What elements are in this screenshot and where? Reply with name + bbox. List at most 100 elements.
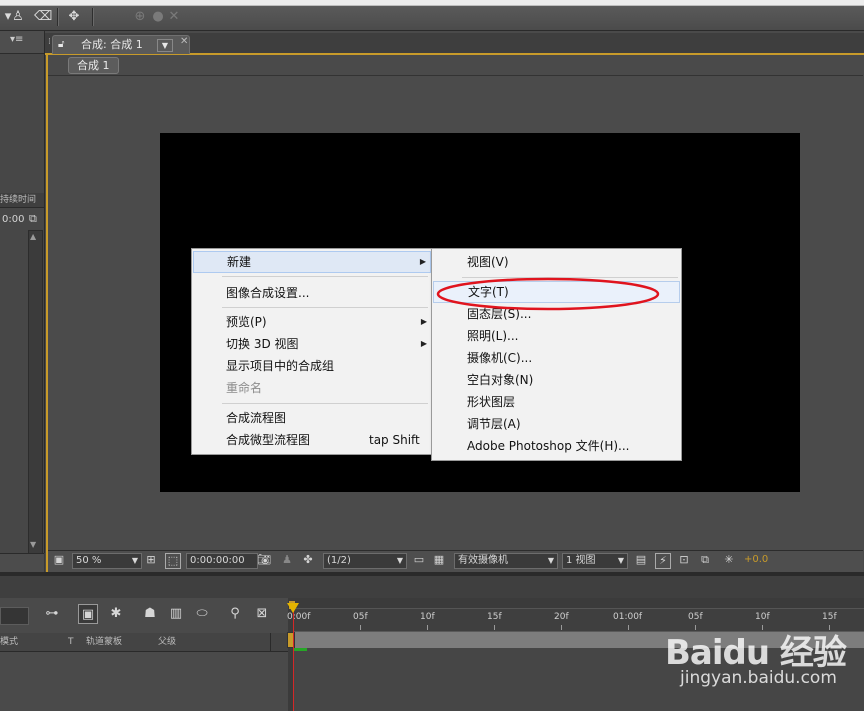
scroll-down-icon[interactable]: ▼ xyxy=(30,540,36,549)
transparency-grid-icon[interactable]: ▦ xyxy=(432,553,446,567)
view-layout-value: 1 视图 xyxy=(566,555,596,566)
axis-view-icon[interactable]: ✕ xyxy=(166,9,182,25)
playhead-handle[interactable] xyxy=(287,603,299,613)
chevron-down-icon: ▼ xyxy=(617,556,624,565)
menu-item-flowchart[interactable]: 合成流程图 xyxy=(193,407,431,429)
pin-tool-icon[interactable]: ✥ xyxy=(66,9,82,25)
exposure-reset-icon[interactable]: ✳ xyxy=(722,553,736,567)
breadcrumb-divider xyxy=(48,75,863,76)
t-column[interactable]: T xyxy=(68,633,74,651)
axis-world-icon[interactable]: ● xyxy=(150,9,166,25)
resolution-value: (1/2) xyxy=(327,555,351,566)
ruler-tick xyxy=(628,625,629,630)
ruler-tick-label: 05f xyxy=(688,612,703,622)
submenu-item-null-object[interactable]: 空白对象(N) xyxy=(433,369,680,391)
submenu-item-camera[interactable]: 摄像机(C)... xyxy=(433,347,680,369)
color-channel-icon[interactable]: ✤ xyxy=(301,553,315,567)
eraser-tool-icon[interactable]: ⌫ xyxy=(34,9,52,25)
submenu-item-label: Adobe Photoshop 文件(H)... xyxy=(467,439,630,453)
snapshot-icon[interactable]: 📷︎ xyxy=(257,553,271,567)
show-snapshot-icon[interactable]: ♟ xyxy=(280,553,294,567)
graph-editor-icon[interactable]: ⊠ xyxy=(252,604,272,624)
tab-composition[interactable]: 🔓︎ 合成: 合成 1 ▼ xyxy=(52,35,190,54)
mask-visibility-icon[interactable]: ⬚ xyxy=(165,553,181,569)
render-progress-bar xyxy=(293,648,307,651)
baidu-watermark-logo: Baidu 经验 xyxy=(665,633,847,673)
submenu-item-shape-layer[interactable]: 形状图层 xyxy=(433,391,680,413)
menu-item-composition-settings[interactable]: 图像合成设置... xyxy=(193,282,431,304)
submenu-item-photoshop-file[interactable]: Adobe Photoshop 文件(H)... xyxy=(433,435,680,457)
highlight-ellipse xyxy=(436,277,660,311)
timeline-search-field[interactable] xyxy=(0,607,29,625)
duration-header-label: 持续时间 xyxy=(0,195,37,205)
project-scrollbar[interactable] xyxy=(28,230,43,554)
zoom-dropdown[interactable]: 50 % ▼ xyxy=(72,553,142,569)
baidu-watermark-url: jingyan.baidu.com xyxy=(680,668,837,688)
menu-item-preview[interactable]: 预览(P) ▶ xyxy=(193,311,431,333)
lock-icon[interactable]: 🔓︎ xyxy=(58,36,64,54)
chevron-down-icon: ▼ xyxy=(131,556,138,565)
region-of-interest-icon[interactable]: ▭ xyxy=(412,553,426,567)
frame-blending-icon[interactable]: ▥ xyxy=(166,604,186,624)
menu-item-shortcut: tap Shift xyxy=(369,433,420,447)
menu-separator xyxy=(222,403,428,404)
exposure-value[interactable]: +0.0 xyxy=(744,554,768,565)
puppet-tool-icon[interactable]: ♙ xyxy=(10,9,26,25)
camera-view-dropdown[interactable]: 有效摄像机 ▼ xyxy=(454,553,558,569)
panel-menu-icon[interactable]: ▾≡ xyxy=(10,34,23,45)
flowchart-icon[interactable]: ⧉ xyxy=(29,212,37,226)
panel-grip-icon[interactable]: ⁞ xyxy=(48,37,51,47)
safe-zones-icon[interactable]: ⊞ xyxy=(144,553,158,567)
menu-item-reveal-in-project[interactable]: 显示项目中的合成组 xyxy=(193,355,431,377)
current-time-field[interactable]: 0:00:00:00 xyxy=(186,553,258,569)
ruler-tick-label: 15f xyxy=(822,612,837,622)
chevron-down-icon: ▼ xyxy=(396,556,403,565)
timeline-column-header: 模式 T 轨道蒙板 父级 xyxy=(0,633,288,652)
timeline-toggle-icon[interactable]: ⊡ xyxy=(677,553,691,567)
mode-column[interactable]: 模式 xyxy=(0,633,18,651)
project-panel-footer xyxy=(0,553,44,573)
submenu-item-light[interactable]: 照明(L)... xyxy=(433,325,680,347)
toolbar-divider xyxy=(57,8,59,26)
pixel-aspect-icon[interactable]: ▤ xyxy=(634,553,648,567)
flowchart-icon[interactable]: ⧉ xyxy=(698,553,712,567)
playhead-line xyxy=(293,609,294,711)
draft-3d-icon[interactable]: ✱ xyxy=(106,604,126,624)
tab-dropdown-icon[interactable]: ▼ xyxy=(157,39,173,52)
fast-preview-icon[interactable]: ⚡︎ xyxy=(655,553,671,569)
ruler-tick-label: 10f xyxy=(420,612,435,622)
motion-blur-icon[interactable]: ⬭ xyxy=(192,604,212,624)
ruler-tick xyxy=(427,625,428,630)
zoom-value: 50 % xyxy=(76,555,102,566)
brainstorm-icon[interactable]: ⚲ xyxy=(225,604,245,624)
tab-close-icon[interactable]: ✕ xyxy=(180,36,188,47)
menu-item-mini-flowchart[interactable]: 合成微型流程图 tap Shift xyxy=(193,429,431,451)
ruler-tick-label: 0:00f xyxy=(287,612,311,622)
duration-column-header[interactable]: 持续时间 xyxy=(0,193,44,208)
axis-local-icon[interactable]: ⊕ xyxy=(132,9,148,25)
live-update-icon[interactable]: ▣ xyxy=(78,604,98,624)
menu-item-label: 重命名 xyxy=(226,381,263,395)
ruler-tick xyxy=(494,625,495,630)
always-preview-icon[interactable]: ▣ xyxy=(52,553,66,567)
parent-column[interactable]: 父级 xyxy=(158,633,176,651)
submenu-item-viewer[interactable]: 视图(V) xyxy=(433,251,680,273)
resolution-dropdown[interactable]: (1/2) ▼ xyxy=(323,553,407,569)
mini-flowchart-icon[interactable]: ⊶ xyxy=(42,604,62,624)
menu-item-label: 预览(P) xyxy=(226,315,267,329)
menu-item-label: 图像合成设置... xyxy=(226,286,310,300)
menu-item-switch-3d-view[interactable]: 切换 3D 视图 ▶ xyxy=(193,333,431,355)
submenu-item-adjustment-layer[interactable]: 调节层(A) xyxy=(433,413,680,435)
scroll-up-icon[interactable]: ▲ xyxy=(30,232,36,241)
shy-layers-icon[interactable]: ☗ xyxy=(140,604,160,624)
ruler-tick-label: 20f xyxy=(554,612,569,622)
submenu-item-label: 形状图层 xyxy=(467,395,516,409)
track-matte-column[interactable]: 轨道蒙板 xyxy=(86,633,122,651)
ruler-tick-label: 05f xyxy=(353,612,368,622)
composition-breadcrumb[interactable]: 合成 1 xyxy=(68,57,119,74)
view-layout-dropdown[interactable]: 1 视图 ▼ xyxy=(562,553,628,569)
menu-item-new[interactable]: 新建 ▶ xyxy=(193,251,431,273)
menu-item-label: 新建 xyxy=(227,255,252,269)
composition-tab-label: 合成: 合成 1 xyxy=(81,38,143,51)
menu-item-label: 合成微型流程图 xyxy=(226,433,311,447)
